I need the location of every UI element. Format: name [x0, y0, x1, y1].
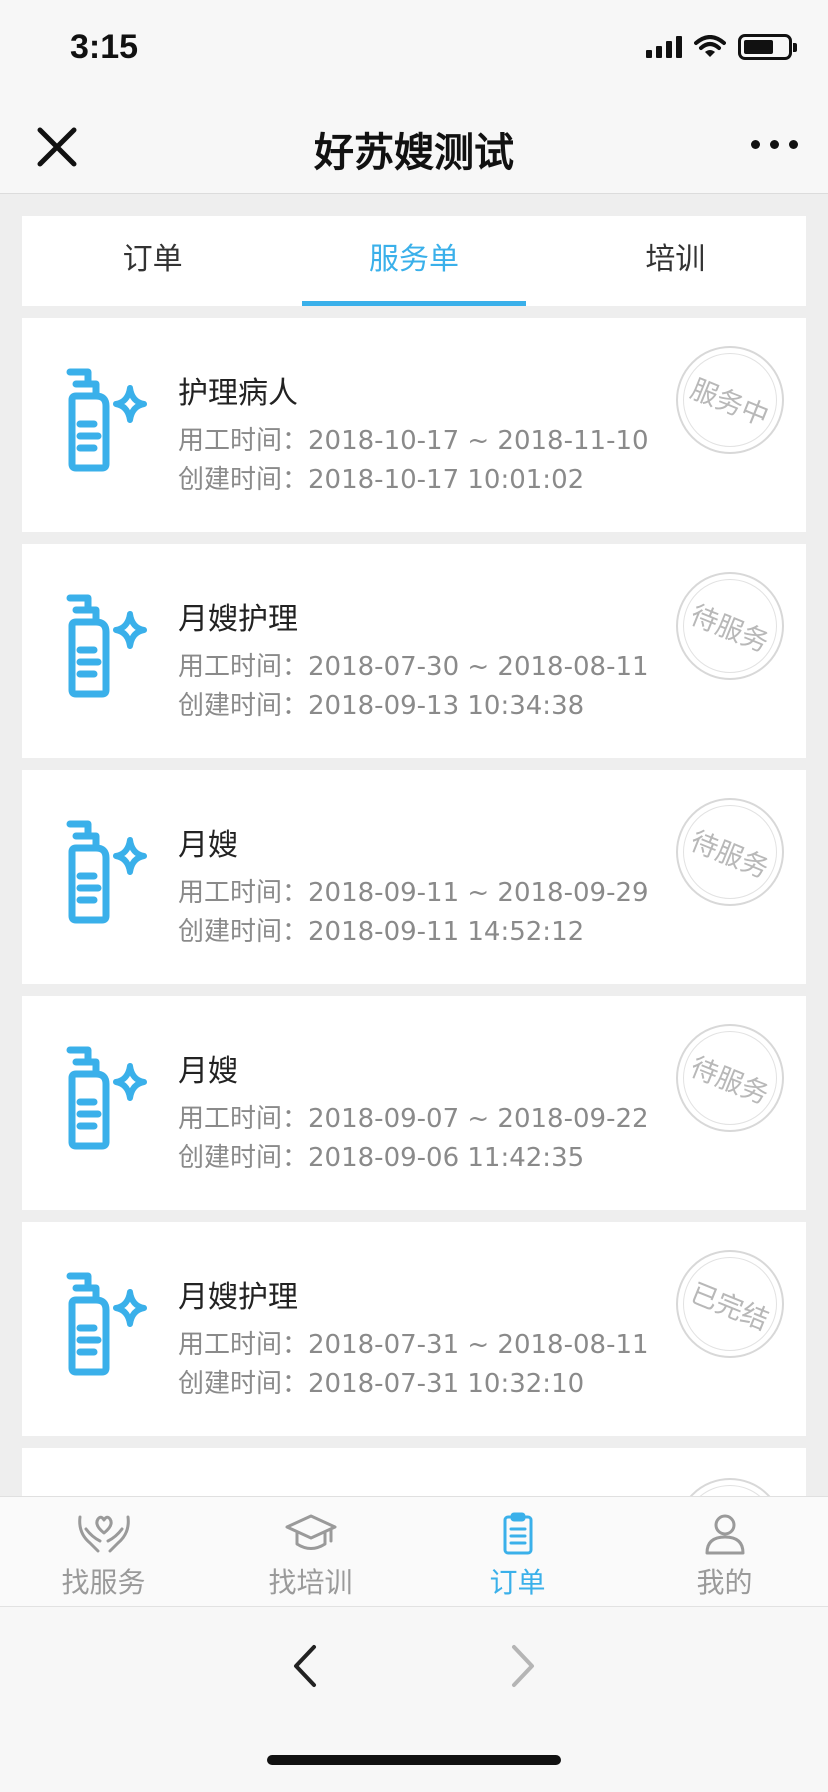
- order-card-partial[interactable]: [22, 1448, 806, 1496]
- created-time-label: 创建时间：: [178, 465, 309, 495]
- tab-label: 找培训: [268, 1566, 353, 1599]
- work-time-value: 2018-10-17 ~ 2018-11-10: [308, 426, 649, 456]
- status-text: 待服务: [685, 599, 773, 659]
- created-time-value: 2018-10-17 10:01:02: [308, 465, 585, 495]
- order-card[interactable]: 月嫂 用工时间：2018-09-11 ~ 2018-09-29 创建时间：201…: [22, 770, 806, 984]
- status-text: 待服务: [685, 825, 773, 885]
- created-time-label: 创建时间：: [178, 691, 309, 721]
- wifi-icon: [694, 35, 726, 57]
- order-title: 月嫂护理: [178, 1280, 298, 1315]
- work-time-row: 用工时间：2018-07-30 ~ 2018-08-11: [178, 646, 649, 683]
- cleaning-bottle-icon: [66, 1272, 147, 1376]
- work-time-row: 用工时间：2018-09-11 ~ 2018-09-29: [178, 872, 649, 909]
- work-time-label: 用工时间：: [178, 1330, 309, 1360]
- bottom-tab-bar: 找服务 找培训 订单 我的: [0, 1496, 828, 1606]
- work-time-value: 2018-09-07 ~ 2018-09-22: [308, 1104, 649, 1134]
- tab-me[interactable]: 我的: [621, 1497, 828, 1606]
- status-stamp: 待服务: [676, 1024, 784, 1132]
- tab-orders[interactable]: 订单: [22, 216, 283, 306]
- status-stamp: [676, 1478, 784, 1496]
- graduation-cap-icon: [285, 1514, 336, 1550]
- back-arrow-icon[interactable]: [290, 1643, 320, 1689]
- work-time-label: 用工时间：: [178, 878, 309, 908]
- more-options-icon[interactable]: [751, 140, 798, 149]
- created-time-label: 创建时间：: [178, 1369, 309, 1399]
- created-time-label: 创建时间：: [178, 917, 309, 947]
- created-time-value: 2018-09-06 11:42:35: [308, 1143, 585, 1173]
- user-icon: [705, 1514, 744, 1555]
- tab-training[interactable]: 培训: [545, 216, 806, 306]
- order-title: 月嫂护理: [178, 602, 298, 637]
- created-time-row: 创建时间：2018-10-17 10:01:02: [178, 459, 584, 496]
- order-card[interactable]: 月嫂 用工时间：2018-09-07 ~ 2018-09-22 创建时间：201…: [22, 996, 806, 1210]
- work-time-value: 2018-09-11 ~ 2018-09-29: [308, 878, 649, 908]
- work-time-label: 用工时间：: [178, 652, 309, 682]
- created-time-row: 创建时间：2018-09-11 14:52:12: [178, 911, 584, 948]
- clipboard-icon: [503, 1512, 532, 1555]
- created-time-label: 创建时间：: [178, 1143, 309, 1173]
- status-text: 服务中: [685, 373, 773, 433]
- battery-icon: [738, 34, 797, 60]
- browser-toolbar: [0, 1606, 828, 1792]
- navigation-bar: 好苏嫂测试: [0, 100, 828, 194]
- status-time: 3:15: [70, 28, 139, 66]
- tab-service-orders[interactable]: 服务单: [283, 216, 544, 306]
- status-stamp: 待服务: [676, 798, 784, 906]
- work-time-label: 用工时间：: [178, 426, 309, 456]
- work-time-value: 2018-07-30 ~ 2018-08-11: [308, 652, 649, 682]
- tab-orders-nav[interactable]: 订单: [414, 1497, 621, 1606]
- order-card[interactable]: 护理病人 用工时间：2018-10-17 ~ 2018-11-10 创建时间：2…: [22, 318, 806, 532]
- created-time-value: 2018-07-31 10:32:10: [308, 1369, 585, 1399]
- page-title: 好苏嫂测试: [314, 130, 514, 176]
- tab-label: 我的: [696, 1566, 753, 1599]
- status-stamp: 服务中: [676, 346, 784, 454]
- cleaning-bottle-icon: [66, 368, 147, 472]
- status-bar: 3:15: [0, 0, 828, 100]
- order-card[interactable]: 月嫂护理 用工时间：2018-07-30 ~ 2018-08-11 创建时间：2…: [22, 544, 806, 758]
- tab-label: 找服务: [61, 1566, 146, 1599]
- home-indicator[interactable]: [267, 1755, 561, 1765]
- tab-find-training[interactable]: 找培训: [207, 1497, 414, 1606]
- order-title: 月嫂: [178, 828, 238, 863]
- content-area: 订单 服务单 培训 护理病人 用工时间：2018-10-17 ~ 2018-11…: [0, 194, 828, 1496]
- heart-hands-icon: [77, 1515, 130, 1553]
- cleaning-bottle-icon: [66, 820, 147, 924]
- created-time-row: 创建时间：2018-09-06 11:42:35: [178, 1137, 584, 1174]
- created-time-row: 创建时间：2018-07-31 10:32:10: [178, 1363, 584, 1400]
- work-time-row: 用工时间：2018-10-17 ~ 2018-11-10: [178, 420, 649, 457]
- work-time-value: 2018-07-31 ~ 2018-08-11: [308, 1330, 649, 1360]
- cleaning-bottle-icon: [66, 1046, 147, 1150]
- work-time-label: 用工时间：: [178, 1104, 309, 1134]
- order-title: 月嫂: [178, 1054, 238, 1089]
- order-title: 护理病人: [178, 376, 298, 411]
- work-time-row: 用工时间：2018-09-07 ~ 2018-09-22: [178, 1098, 649, 1135]
- created-time-value: 2018-09-11 14:52:12: [308, 917, 585, 947]
- work-time-row: 用工时间：2018-07-31 ~ 2018-08-11: [178, 1324, 649, 1361]
- created-time-row: 创建时间：2018-09-13 10:34:38: [178, 685, 584, 722]
- cleaning-bottle-icon: [66, 594, 147, 698]
- status-stamp: 已完结: [676, 1250, 784, 1358]
- status-text: 已完结: [685, 1277, 773, 1337]
- cellular-signal-icon: [646, 36, 682, 58]
- tab-find-service[interactable]: 找服务: [0, 1497, 207, 1606]
- status-stamp: 待服务: [676, 572, 784, 680]
- service-order-list: 护理病人 用工时间：2018-10-17 ~ 2018-11-10 创建时间：2…: [22, 318, 806, 1496]
- status-icons: [646, 34, 797, 60]
- created-time-value: 2018-09-13 10:34:38: [308, 691, 585, 721]
- forward-arrow-icon[interactable]: [508, 1643, 538, 1689]
- order-card[interactable]: 月嫂护理 用工时间：2018-07-31 ~ 2018-08-11 创建时间：2…: [22, 1222, 806, 1436]
- tab-label: 订单: [489, 1566, 546, 1599]
- status-text: 待服务: [685, 1051, 773, 1111]
- segment-tabs: 订单 服务单 培训: [22, 216, 806, 306]
